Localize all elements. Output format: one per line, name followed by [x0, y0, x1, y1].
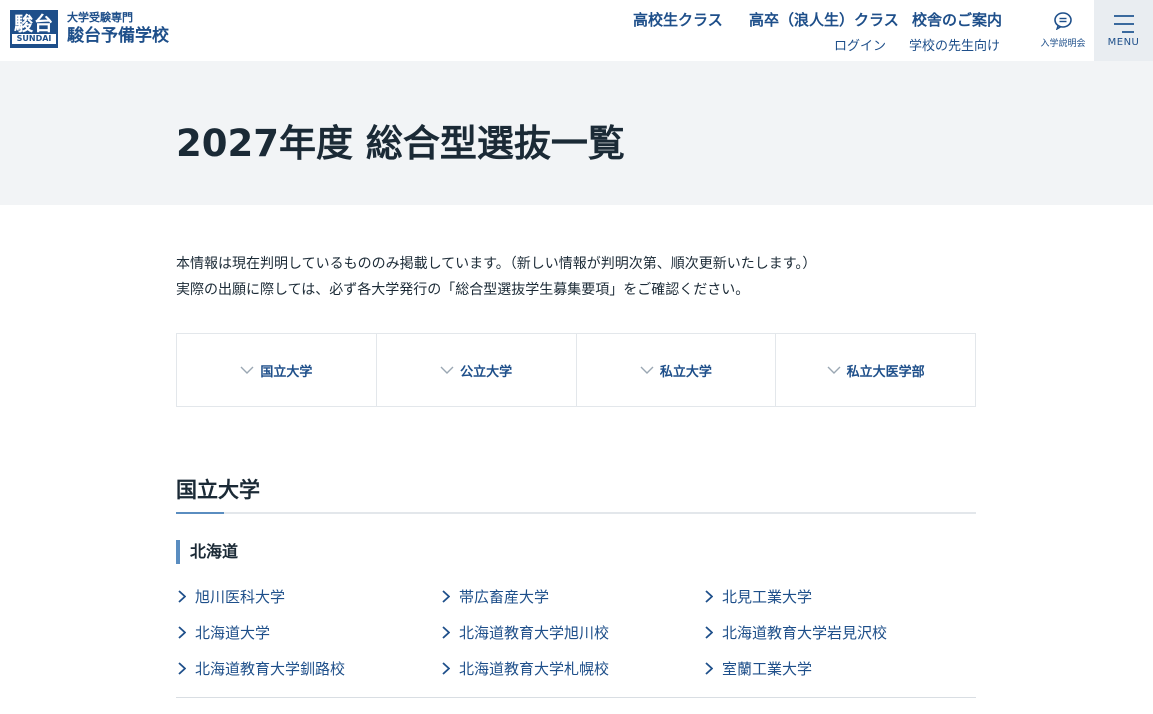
section-title: 国立大学	[176, 478, 260, 502]
intro-text: 本情報は現在判明しているもののみ掲載しています。（新しい情報が判明次第、順次更新…	[176, 251, 816, 303]
tab-national-label: 国立大学	[260, 364, 313, 380]
university-link[interactable]: 北海道大学	[178, 622, 270, 643]
tab-private-medical[interactable]: 私立大医学部	[776, 334, 975, 406]
tab-public-label: 公立大学	[460, 364, 513, 380]
seminar-label: 入学説明会	[1040, 39, 1086, 49]
university-link[interactable]: 北見工業大学	[705, 586, 812, 607]
chevron-right-icon	[705, 662, 713, 675]
tab-national[interactable]: 国立大学	[177, 334, 377, 406]
chevron-right-icon	[442, 662, 450, 675]
university-name: 北海道教育大学札幌校	[459, 660, 610, 678]
university-link[interactable]: 北海道教育大学旭川校	[442, 622, 609, 643]
chevron-right-icon	[705, 590, 713, 603]
category-tabs: 国立大学 公立大学 私立大学 私立大医学部	[176, 333, 976, 407]
menu-label: MENU	[1107, 37, 1140, 48]
university-link[interactable]: 北海道教育大学釧路校	[178, 658, 345, 679]
chevron-down-icon	[640, 366, 654, 374]
chevron-right-icon	[178, 590, 186, 603]
chevron-down-icon	[827, 366, 841, 374]
tab-public[interactable]: 公立大学	[377, 334, 577, 406]
university-name: 北海道大学	[195, 624, 271, 642]
tab-private-medical-label: 私立大医学部	[846, 364, 925, 380]
tab-private[interactable]: 私立大学	[577, 334, 777, 406]
logo-name: 駿台予備学校	[67, 26, 169, 46]
logo-text: 大学受験専門 駿台予備学校	[67, 11, 169, 47]
chevron-down-icon	[240, 366, 254, 374]
nav-campus-info[interactable]: 校舎のご案内	[912, 9, 1002, 30]
nav-graduate-class[interactable]: 高卒（浪人生）クラス	[749, 9, 899, 30]
menu-button[interactable]: MENU	[1094, 0, 1153, 61]
region-divider	[176, 697, 976, 698]
university-link[interactable]: 北海道教育大学札幌校	[442, 658, 609, 679]
university-name: 北海道教育大学岩見沢校	[722, 624, 888, 642]
logo-mark: 駿台 SUNDAI	[10, 10, 58, 48]
intro-line-1: 本情報は現在判明しているもののみ掲載しています。（新しい情報が判明次第、順次更新…	[176, 256, 817, 272]
university-name: 北海道教育大学釧路校	[195, 660, 346, 678]
university-link[interactable]: 旭川医科大学	[178, 586, 285, 607]
chat-bubble-icon	[1054, 12, 1072, 31]
nav-for-teachers[interactable]: 学校の先生向け	[909, 35, 1000, 54]
intro-line-2: 実際の出願に際しては、必ず各大学発行の「総合型選抜学生募集要項」をご確認ください…	[176, 282, 750, 298]
hamburger-icon	[1113, 15, 1134, 33]
logo-mark-kanji: 駿台	[13, 13, 54, 35]
university-name: 室蘭工業大学	[722, 660, 813, 678]
university-link[interactable]: 帯広畜産大学	[442, 586, 549, 607]
chevron-right-icon	[178, 662, 186, 675]
nav-high-school-class[interactable]: 高校生クラス	[633, 9, 723, 30]
university-name: 北見工業大学	[722, 588, 813, 606]
page-title: 2027年度 総合型選抜一覧	[176, 122, 625, 165]
university-link[interactable]: 北海道教育大学岩見沢校	[705, 622, 887, 643]
region-heading: 北海道	[176, 540, 238, 564]
chevron-right-icon	[442, 590, 450, 603]
logo-tagline: 大学受験専門	[67, 11, 133, 24]
site-logo[interactable]: 駿台 SUNDAI 大学受験専門 駿台予備学校	[10, 10, 169, 48]
chevron-right-icon	[178, 626, 186, 639]
seminar-button[interactable]: 入学説明会	[1032, 12, 1094, 50]
site-header: 駿台 SUNDAI 大学受験専門 駿台予備学校 高校生クラス 高卒（浪人生）クラ…	[0, 0, 1153, 61]
university-name: 帯広畜産大学	[459, 588, 550, 606]
tab-private-label: 私立大学	[659, 364, 712, 380]
university-link[interactable]: 室蘭工業大学	[705, 658, 812, 679]
university-name: 北海道教育大学旭川校	[459, 624, 610, 642]
nav-login[interactable]: ログイン	[834, 35, 886, 54]
chevron-right-icon	[442, 626, 450, 639]
section-divider	[176, 512, 976, 514]
chevron-down-icon	[440, 366, 454, 374]
chevron-right-icon	[705, 626, 713, 639]
logo-mark-roman: SUNDAI	[12, 34, 56, 44]
university-name: 旭川医科大学	[195, 588, 286, 606]
